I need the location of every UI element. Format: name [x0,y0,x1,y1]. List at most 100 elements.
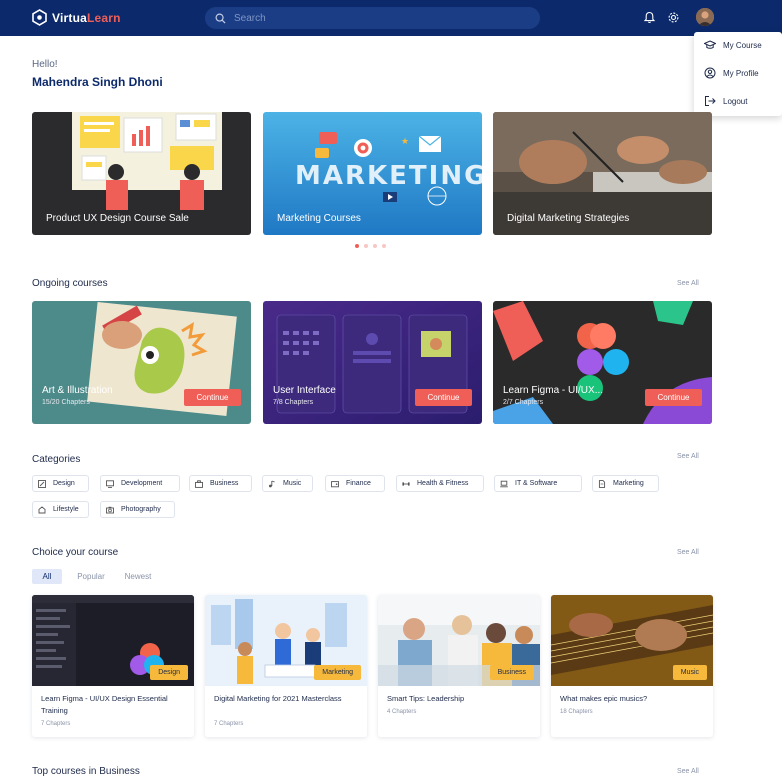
course-title: Learn Figma - UI/UX Design Essential Tra… [41,694,168,715]
menu-label: Logout [723,96,748,106]
carousel-dot[interactable] [382,244,386,248]
category-music[interactable]: Music [262,475,313,492]
category-lifestyle[interactable]: Lifestyle [32,501,89,518]
course-chapters: 7 Chapters [214,721,244,727]
course-title: Learn Figma - UI/UX... [503,385,604,396]
section-title-ongoing: Ongoing courses [32,278,108,289]
course-tag: Marketing [314,665,361,680]
course-tag: Design [150,665,188,680]
logout-icon [705,96,716,106]
profile-dropdown: My Course My Profile Logout [694,32,782,116]
avatar[interactable] [696,8,714,26]
course-progress: 7/8 Chapters [273,399,314,406]
category-label: Photography [121,506,161,513]
category-label: IT & Software [515,480,558,487]
category-label: Marketing [613,480,644,487]
monitor-icon [106,479,114,488]
see-all-categories[interactable]: See All [677,453,699,460]
section-title-categories: Categories [32,454,81,465]
category-label: Business [210,480,239,487]
course-card-digital-marketing[interactable]: Marketing Digital Marketing for 2021 Mas… [205,595,367,737]
section-title-top-business: Top courses in Business [32,766,140,777]
banner-marketing[interactable]: ★ MARKETING Marketing Courses [263,112,482,235]
category-label: Finance [346,480,371,487]
see-all-choice[interactable]: See All [677,549,699,556]
tab-all[interactable]: All [32,569,62,584]
menu-item-my-profile[interactable]: My Profile [704,67,759,79]
music-icon [269,480,275,487]
marketing-art-text: MARKETING [295,161,482,191]
category-business[interactable]: Business [189,475,252,492]
course-card-figma[interactable]: Design Learn Figma - UI/UX Design Essent… [32,595,194,737]
course-tag: Business [489,665,534,680]
category-label: Lifestyle [53,506,79,513]
bell-icon[interactable] [643,11,656,24]
banner-caption: Marketing Courses [277,213,361,224]
course-card-music[interactable]: Music What makes epic musics? 18 Chapter… [551,595,713,737]
category-development[interactable]: Development [100,475,180,492]
gear-icon[interactable] [667,11,680,24]
course-title: Art & Illustration [42,385,113,396]
see-all-top-business[interactable]: See All [677,768,699,775]
category-it-software[interactable]: IT & Software [494,475,582,492]
menu-item-my-course[interactable]: My Course [704,39,762,51]
search-bar[interactable] [205,7,540,29]
category-label: Development [121,480,163,487]
banner-digital-marketing[interactable]: Digital Marketing Strategies [493,112,712,235]
category-label: Health & Fitness [417,480,469,487]
category-health-fitness[interactable]: Health & Fitness [396,475,484,492]
graduation-cap-icon [704,40,716,49]
document-icon [598,479,606,488]
course-chapters: 4 Chapters [387,709,417,715]
see-all-ongoing[interactable]: See All [677,280,699,287]
category-label: Design [53,480,75,487]
design-icon [38,479,46,488]
category-label: Music [283,480,302,487]
course-chapters: 7 Chapters [41,721,71,727]
banner-product-ux[interactable]: Product UX Design Course Sale [32,112,251,235]
category-marketing[interactable]: Marketing [592,475,659,492]
carousel-dot[interactable] [373,244,377,248]
category-design[interactable]: Design [32,475,89,492]
banner-caption: Product UX Design Course Sale [46,213,189,224]
tab-newest[interactable]: Newest [118,569,158,584]
course-title: Digital Marketing for 2021 Masterclass [214,694,342,703]
course-progress: 15/20 Chapters [42,399,90,406]
greeting-hello: Hello! [32,59,58,70]
course-card-leadership[interactable]: Business Smart Tips: Leadership 4 Chapte… [378,595,540,737]
avatar-photo [696,8,714,26]
wallet-icon [331,480,339,487]
carousel-indicator [355,244,386,248]
continue-button[interactable]: Continue [184,389,241,406]
briefcase-icon [195,479,203,488]
carousel-dot[interactable] [355,244,359,248]
user-name: Mahendra Singh Dhoni [32,75,163,89]
search-icon [215,13,226,24]
svg-text:★: ★ [401,137,409,147]
lifestyle-icon [38,505,46,513]
carousel-dot[interactable] [364,244,368,248]
menu-label: My Profile [723,68,759,78]
menu-item-logout[interactable]: Logout [704,95,747,107]
banner-caption: Digital Marketing Strategies [507,213,630,224]
category-finance[interactable]: Finance [325,475,385,492]
dumbbell-icon [402,481,410,486]
course-title: User Interface [273,385,336,396]
ongoing-card-ui[interactable]: User Interface 7/8 Chapters Continue [263,301,482,424]
course-chapters: 18 Chapters [560,709,593,715]
tab-popular[interactable]: Popular [72,569,110,584]
category-photography[interactable]: Photography [100,501,175,518]
ongoing-card-art[interactable]: Art & Illustration 15/20 Chapters Contin… [32,301,251,424]
camera-icon [106,506,114,513]
laptop-icon [500,480,508,487]
user-circle-icon [704,67,716,79]
logo[interactable]: VirtuaLearn [32,9,121,26]
top-navbar: VirtuaLearn [0,0,782,36]
search-input[interactable] [234,12,514,24]
continue-button[interactable]: Continue [415,389,472,406]
ongoing-card-figma[interactable]: Learn Figma - UI/UX... 2/7 Chapters Cont… [493,301,712,424]
course-title: Smart Tips: Leadership [387,694,465,703]
continue-button[interactable]: Continue [645,389,702,406]
logo-icon [32,9,47,26]
logo-text: VirtuaLearn [52,10,121,25]
